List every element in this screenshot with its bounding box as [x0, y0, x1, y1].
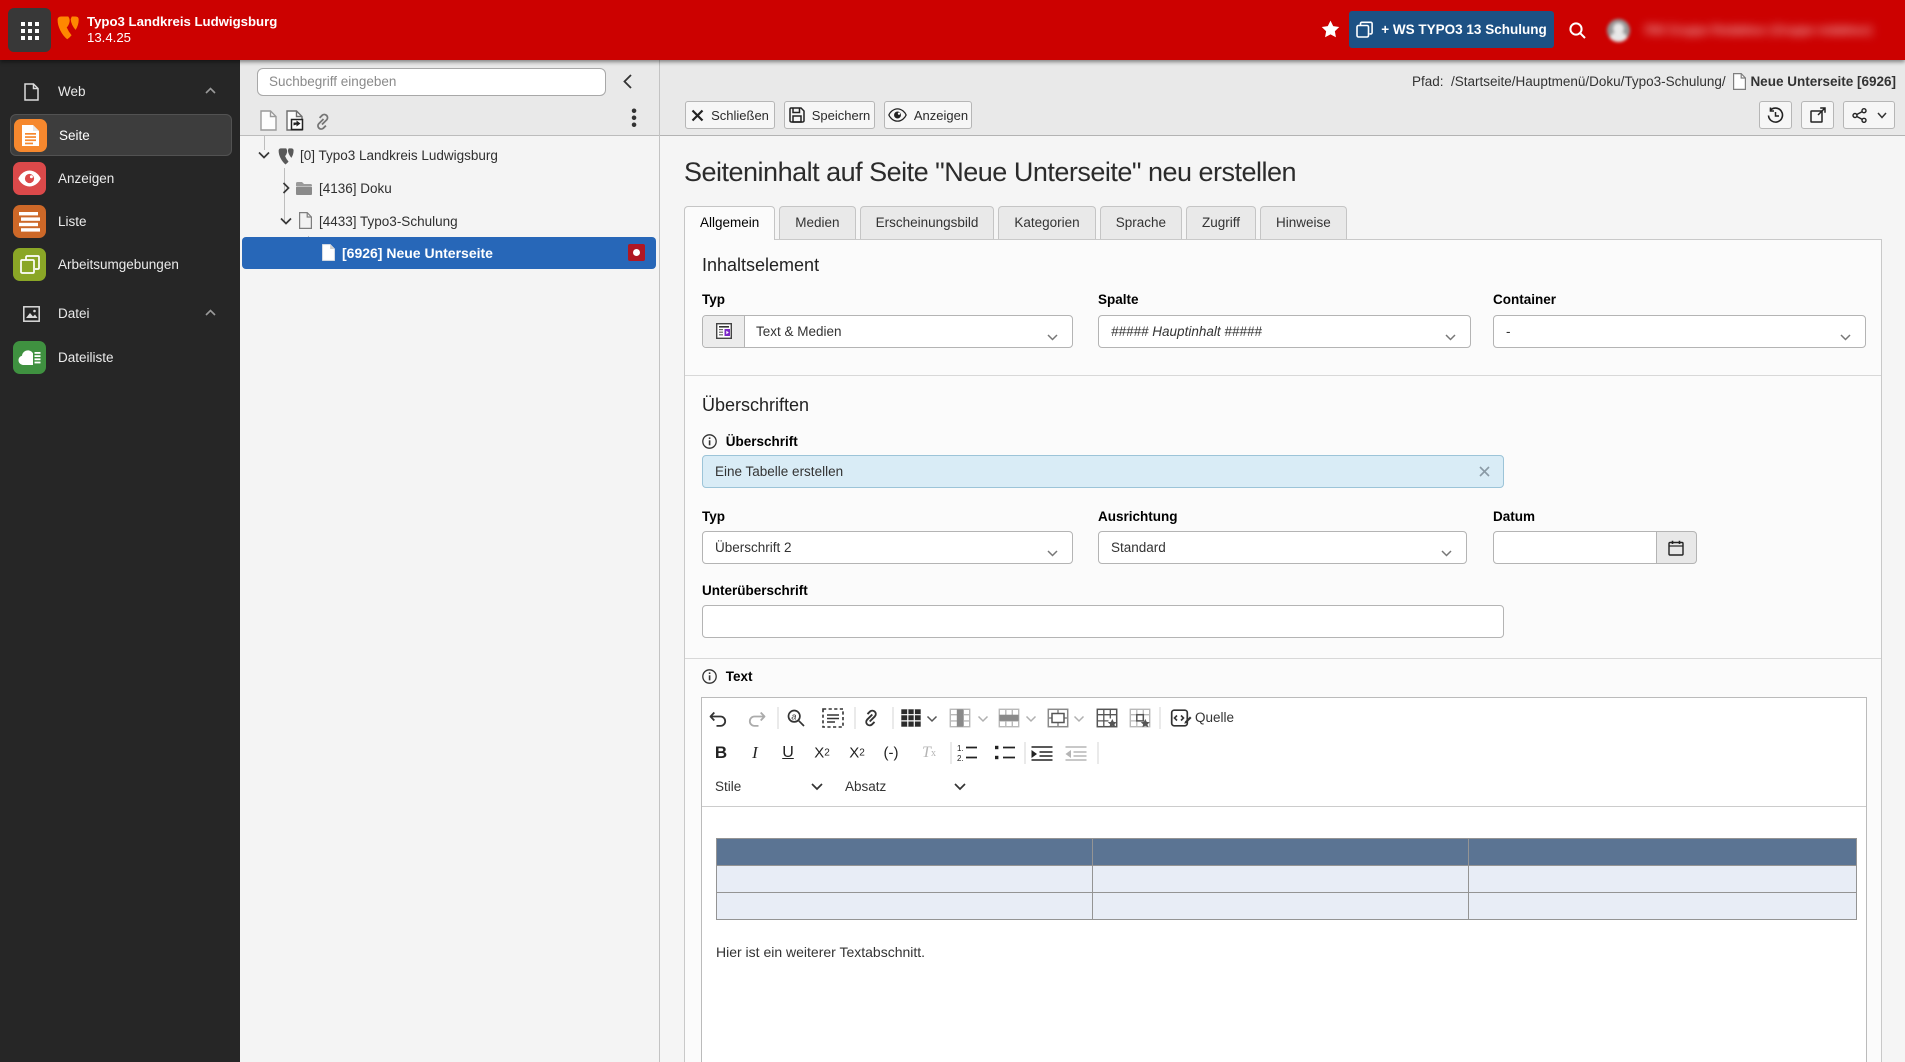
- svg-text:2.: 2.: [957, 754, 964, 762]
- svg-text:1.: 1.: [957, 744, 964, 753]
- svg-text:a: a: [791, 712, 796, 722]
